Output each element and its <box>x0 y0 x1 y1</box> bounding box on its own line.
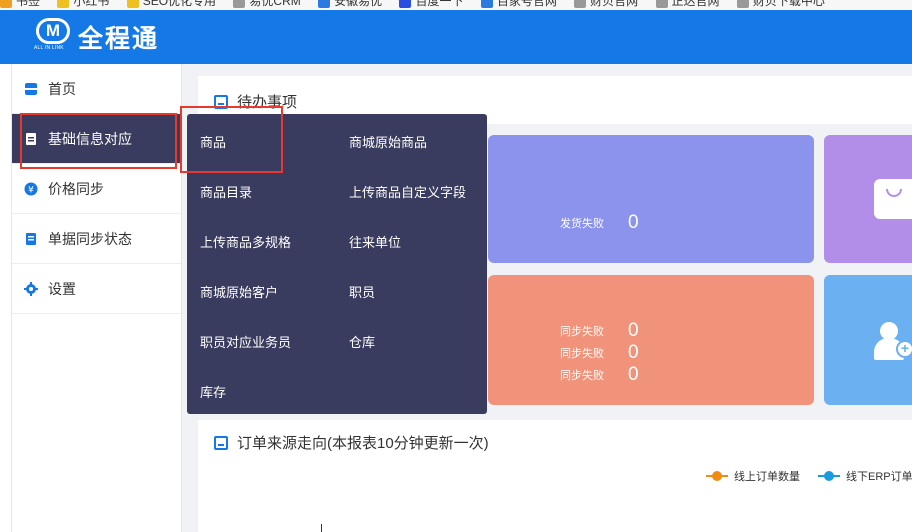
bookmark-item[interactable]: 财贝下载中心 <box>736 0 825 9</box>
sidebar-item-label: 首页 <box>48 80 76 97</box>
sync-fail-stat: 同步失败 0 <box>560 364 639 386</box>
yen-icon: ¥ <box>24 182 38 196</box>
menu-item-upload-custom-fields[interactable]: 上传商品自定义字段 <box>349 182 466 201</box>
globe-icon <box>736 0 749 8</box>
bookmarks-bar: 书签 小红书 SEO优化专用 易优CRM 安徽易优 百度一下 百家号官网 财贝官… <box>0 0 912 10</box>
globe-icon <box>233 0 246 8</box>
chart-icon <box>214 435 228 450</box>
bookmark-item[interactable]: 安徽易优 <box>318 0 382 9</box>
ship-fail-value[interactable]: 0 <box>628 212 639 234</box>
folder-icon <box>126 0 139 8</box>
legend-swatch-orange <box>706 470 728 482</box>
bookmark-item[interactable]: 易优CRM <box>233 0 301 9</box>
sync-fail-stat: 同步失败 0 <box>560 320 639 342</box>
sync-fail-stat: 同步失败 0 <box>560 342 639 364</box>
menu-item-partners[interactable]: 往来单位 <box>349 232 401 251</box>
add-user-icon: + <box>874 322 912 362</box>
menu-item-inventory[interactable]: 库存 <box>200 382 226 401</box>
bookmark-item[interactable]: 财贝官网 <box>574 0 638 9</box>
sync-fail-value[interactable]: 0 <box>628 342 639 364</box>
bookmark-item[interactable]: 百家号官网 <box>480 0 557 9</box>
chart-section-title: 订单来源走向(本报表10分钟更新一次) <box>214 432 489 453</box>
sync-fail-value[interactable]: 0 <box>628 320 639 342</box>
document-icon <box>24 232 38 246</box>
sidebar-item-price-sync[interactable]: ¥ 价格同步 <box>12 164 181 214</box>
menu-item-warehouse[interactable]: 仓库 <box>349 332 375 351</box>
logo-text: 全程通 <box>78 25 160 53</box>
menu-item-mall-raw-product[interactable]: 商城原始商品 <box>349 132 427 151</box>
site-icon <box>318 0 331 8</box>
app-logo[interactable]: M ALL IN LINK 全程通 <box>34 18 159 56</box>
bookmark-item[interactable]: 小红书 <box>57 0 109 9</box>
app-header: M ALL IN LINK 全程通 <box>0 10 912 64</box>
bookmark-item[interactable]: 正达官网 <box>655 0 720 9</box>
gear-icon <box>24 281 38 296</box>
sidebar-item-doc-sync-status[interactable]: 单据同步状态 <box>12 214 181 264</box>
legend-swatch-blue <box>818 470 840 482</box>
shipping-card[interactable] <box>488 135 814 263</box>
menu-item-upload-multi-spec[interactable]: 上传商品多规格 <box>200 232 291 251</box>
left-edge-strip <box>0 64 12 532</box>
bookmark-item[interactable]: SEO优化专用 <box>126 0 216 9</box>
logo-mark: M ALL IN LINK <box>34 18 74 56</box>
sidebar-item-settings[interactable]: 设置 <box>12 264 181 314</box>
folder-icon <box>57 0 70 8</box>
menu-item-staff-salesperson[interactable]: 职员对应业务员 <box>200 332 291 351</box>
site-icon <box>480 0 493 8</box>
globe-icon <box>655 0 668 8</box>
bookmark-item[interactable]: 书签 <box>0 0 40 9</box>
sidebar-item-label: 单据同步状态 <box>48 230 132 247</box>
svg-text:¥: ¥ <box>28 185 34 195</box>
legend-online-orders[interactable]: 线上订单数量 <box>706 468 800 484</box>
sidebar-item-label: 设置 <box>48 280 76 297</box>
bookmark-item[interactable]: 百度一下 <box>399 0 463 9</box>
star-icon <box>0 0 12 8</box>
menu-item-mall-raw-customer[interactable]: 商城原始客户 <box>200 282 278 301</box>
highlight-box-menu <box>180 106 283 173</box>
ship-fail-stat: 发货失败 0 <box>560 212 639 234</box>
highlight-box-sidebar <box>20 113 177 169</box>
sync-card[interactable] <box>488 275 814 405</box>
chart-axis-tick <box>321 524 322 532</box>
sidebar-item-label: 价格同步 <box>48 180 104 197</box>
home-icon <box>24 82 38 96</box>
legend-offline-erp-orders[interactable]: 线下ERP订单 <box>818 468 912 484</box>
sync-fail-value[interactable]: 0 <box>628 364 639 386</box>
shopping-bag-icon <box>874 179 912 219</box>
globe-icon <box>574 0 587 8</box>
menu-item-product-catalog[interactable]: 商品目录 <box>200 182 252 201</box>
menu-item-staff[interactable]: 职员 <box>349 282 375 301</box>
paw-icon <box>399 0 412 8</box>
sidebar-item-home[interactable]: 首页 <box>12 64 181 114</box>
chart-title-text: 订单来源走向(本报表10分钟更新一次) <box>237 435 489 452</box>
